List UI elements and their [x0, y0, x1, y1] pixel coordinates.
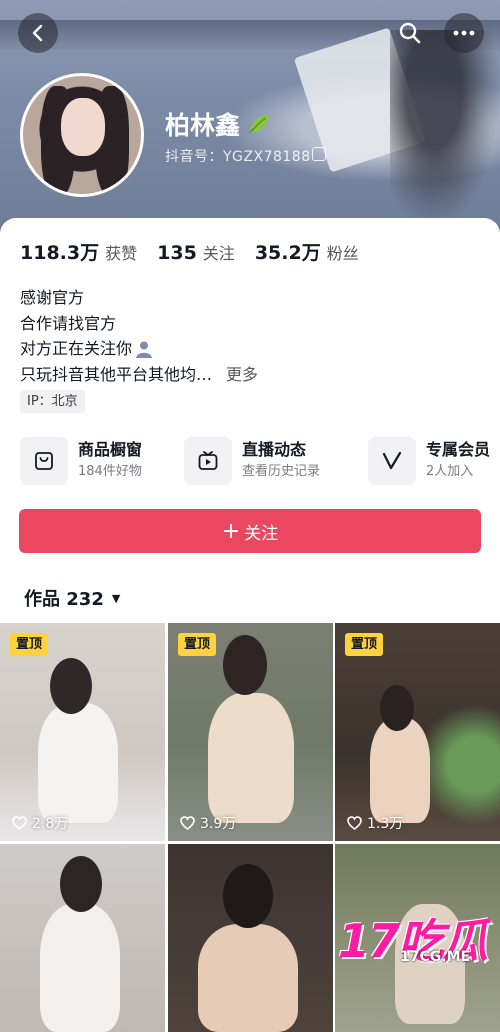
thumbnail-figure	[38, 703, 118, 823]
works-tab[interactable]: 作品 232 ▼	[24, 585, 120, 611]
bio-line: 合作请找官方	[20, 313, 117, 333]
back-button[interactable]	[18, 13, 58, 53]
cover-figure	[390, 30, 500, 230]
bio-line: 对方正在关注你	[20, 336, 258, 362]
thumbnail-head	[380, 685, 414, 731]
person-icon	[136, 341, 153, 358]
heart-icon	[12, 816, 27, 830]
search-icon	[399, 22, 421, 44]
feature-title: 专属会员	[426, 440, 491, 459]
bio-line-text: 只玩抖音其他平台其他均…	[20, 364, 213, 384]
video-likes: 1.3万	[347, 813, 403, 833]
follow-button-label: 关注	[244, 523, 279, 544]
likes-count: 118.3万	[20, 242, 100, 264]
account-id: 抖音号：YGZX78188	[165, 149, 311, 165]
pinned-badge: 置顶	[10, 633, 49, 656]
video-tile[interactable]	[168, 844, 333, 1032]
followers-count[interactable]: 35.2万	[255, 238, 321, 265]
thumbnail-head	[60, 856, 102, 912]
feature-subtitle: 184件好物	[78, 464, 142, 479]
video-likes-count: 2.8万	[32, 816, 69, 832]
feature-live[interactable]: 直播动态 查看历史记录	[184, 436, 320, 486]
v-badge-icon	[382, 451, 402, 470]
tv-icon	[198, 451, 218, 470]
feature-icon-box	[20, 437, 68, 485]
feature-entries: 商品橱窗 184件好物 直播动态 查看历史记录 专属会员 2人加入	[20, 436, 490, 486]
watermark-url: 17CG.ME	[400, 949, 471, 965]
more-options-button[interactable]	[444, 13, 484, 53]
feature-subtitle: 查看历史记录	[242, 464, 321, 479]
feature-shop-window[interactable]: 商品橱窗 184件好物	[20, 436, 142, 486]
feature-membership[interactable]: 专属会员 2人加入	[368, 436, 490, 486]
site-watermark: 17吃瓜 17CG.ME	[338, 905, 488, 975]
shopping-bag-icon	[35, 452, 53, 470]
more-dots-icon	[453, 30, 475, 36]
bio-line-text: 对方正在关注你	[20, 339, 133, 358]
leaf-badge-icon[interactable]	[246, 111, 272, 137]
thumbnail-head	[50, 658, 92, 714]
thumbnail-figure	[370, 718, 430, 823]
thumbnail-figure	[208, 693, 294, 823]
pinned-badge: 置顶	[178, 633, 217, 656]
feature-icon-box	[368, 437, 416, 485]
avatar-face	[61, 98, 105, 156]
feature-icon-box	[184, 437, 232, 485]
thumbnail-head	[223, 864, 273, 928]
plus-icon: +	[221, 518, 241, 544]
feature-title: 商品橱窗	[78, 440, 143, 459]
follow-button[interactable]: + 关注	[19, 509, 481, 553]
stats-row: 118.3万 获赞 135 关注 35.2万 粉丝	[20, 238, 379, 265]
profile-name: 柏林鑫	[165, 111, 241, 140]
heart-icon	[180, 816, 195, 830]
video-likes: 3.9万	[180, 813, 236, 833]
chevron-left-icon	[32, 24, 43, 42]
caret-down-icon: ▼	[111, 591, 121, 605]
likes-label: 获赞	[105, 244, 138, 263]
avatar[interactable]	[20, 73, 144, 197]
works-tab-label: 作品 232	[24, 589, 104, 610]
bio-line: 感谢官方	[20, 288, 85, 307]
pinned-badge: 置顶	[345, 633, 384, 656]
video-likes: 2.8万	[12, 813, 68, 833]
feature-subtitle: 2人加入	[426, 464, 474, 479]
bio-line: 只玩抖音其他平台其他均… 更多	[20, 362, 258, 388]
followers-label[interactable]: 粉丝	[327, 240, 359, 264]
bio-more-link[interactable]: 更多	[226, 362, 258, 388]
video-tile[interactable]: 置顶 3.9万	[168, 623, 333, 841]
feature-title: 直播动态	[242, 440, 307, 459]
ip-location-badge: IP：北京	[20, 390, 85, 413]
following-count[interactable]: 135	[157, 242, 197, 264]
thumbnail-figure	[198, 924, 298, 1032]
video-tile[interactable]: 置顶 2.8万	[0, 623, 165, 841]
heart-icon	[347, 816, 362, 830]
copy-icon[interactable]	[312, 147, 326, 161]
video-likes-count: 1.3万	[367, 816, 404, 832]
following-label[interactable]: 关注	[203, 240, 235, 264]
video-tile[interactable]: 置顶 1.3万	[335, 623, 500, 841]
video-likes-count: 3.9万	[200, 816, 237, 832]
thumbnail-head	[223, 635, 267, 695]
search-button[interactable]	[390, 13, 430, 53]
bio: 感谢官方 合作请找官方 对方正在关注你 只玩抖音其他平台其他均… 更多	[20, 285, 258, 387]
thumbnail-figure	[40, 904, 120, 1032]
video-tile[interactable]	[0, 844, 165, 1032]
